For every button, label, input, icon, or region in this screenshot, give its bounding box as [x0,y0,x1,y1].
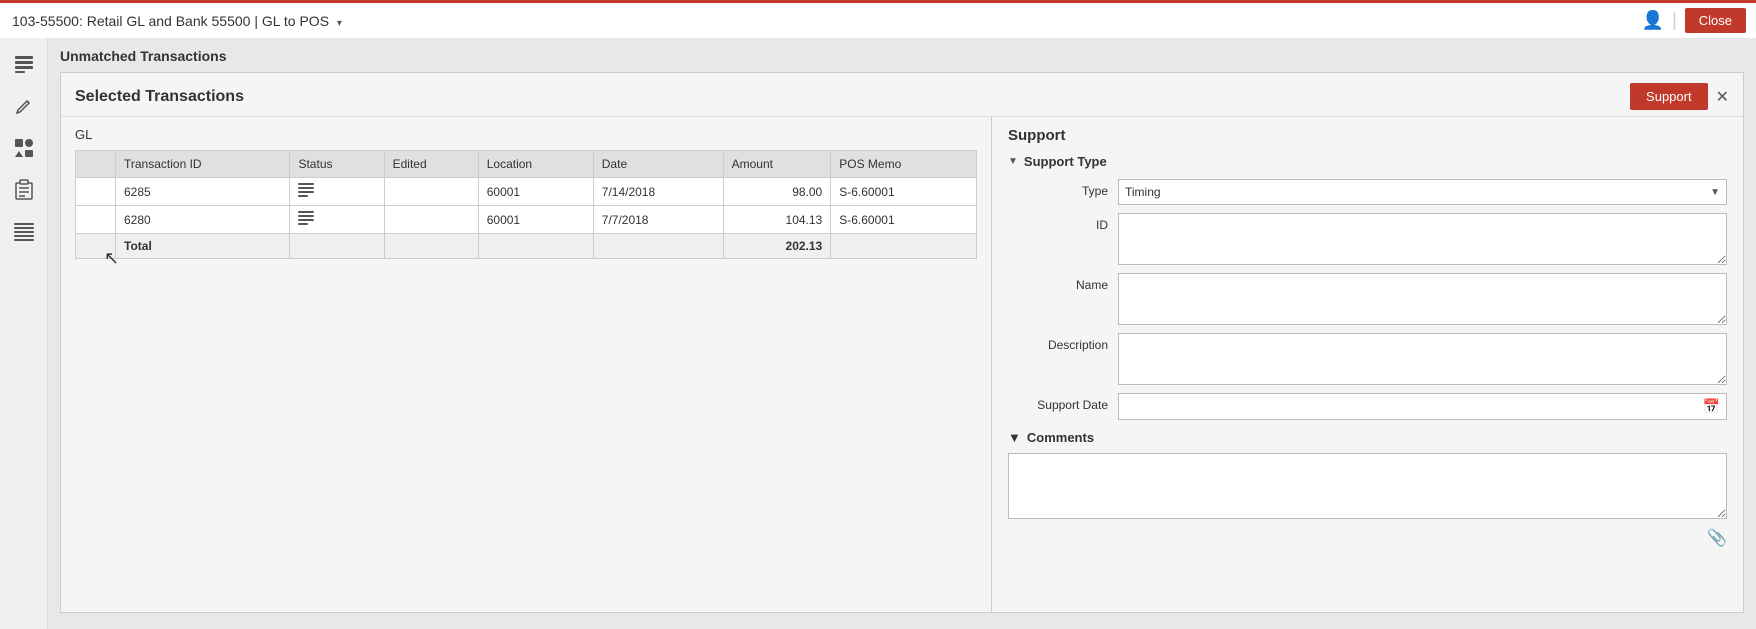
comments-collapse-triangle[interactable]: ▼ [1008,430,1021,445]
support-date-row: Support Date 📅 [1008,393,1727,420]
type-select[interactable]: Timing Amount Other [1125,185,1720,199]
sidebar-icon-edit[interactable] [6,88,42,124]
calendar-icon[interactable]: 📅 [1703,398,1720,415]
total-location [478,234,593,259]
col-edited: Edited [384,151,478,178]
support-section: Support ▼ Support Type Type Timing Amoun… [991,117,1743,612]
top-bar-actions: 👤 | Close [1642,3,1746,38]
panel-header: Selected Transactions Support ✕ [61,73,1743,117]
support-type-header: ▼ Support Type [1008,154,1727,169]
row2-status-icon [298,212,314,228]
main-layout: Unmatched Transactions Selected Transact… [0,38,1756,629]
support-date-input[interactable] [1125,400,1703,414]
selected-transactions-panel: Selected Transactions Support ✕ GL Trans… [60,72,1744,613]
col-transaction-id: Transaction ID [116,151,290,178]
sidebar-icon-list[interactable] [6,46,42,82]
row1-location: 60001 [478,178,593,206]
panel-header-actions: Support ✕ [1630,83,1729,110]
name-row: Name [1008,273,1727,325]
total-status [290,234,384,259]
divider: | [1672,10,1677,31]
total-row: Total 202.13 [76,234,977,259]
row1-date: 7/14/2018 [593,178,723,206]
sidebar [0,38,48,629]
type-row: Type Timing Amount Other ▼ [1008,179,1727,205]
row2-status [290,206,384,234]
row1-checkbox [76,178,116,206]
sidebar-icon-clipboard[interactable] [6,172,42,208]
total-label: Total [116,234,290,259]
row1-edited [384,178,478,206]
type-select-wrapper[interactable]: Timing Amount Other ▼ [1118,179,1727,205]
comments-textarea[interactable] [1008,453,1727,519]
total-date [593,234,723,259]
name-textarea[interactable] [1118,273,1727,325]
panel-title: Selected Transactions [75,88,244,106]
gl-label: GL [75,127,977,142]
support-button[interactable]: Support [1630,83,1708,110]
row1-transaction-id: 6285 [116,178,290,206]
row2-amount: 104.13 [723,206,831,234]
attach-row: 📎 [1008,528,1727,548]
sidebar-icon-lines[interactable] [6,214,42,250]
unmatched-transactions-title: Unmatched Transactions [60,48,1744,64]
name-label: Name [1008,273,1118,292]
row2-pos-memo: S-6.60001 [831,206,977,234]
gl-section: GL Transaction ID Status Edited Location… [61,117,991,612]
total-pos-memo [831,234,977,259]
row2-date: 7/7/2018 [593,206,723,234]
row1-status [290,178,384,206]
total-amount: 202.13 [723,234,831,259]
attachment-icon[interactable]: 📎 [1707,528,1727,548]
comments-header: ▼ Comments [1008,430,1727,445]
support-type-label: Support Type [1024,154,1107,169]
row2-transaction-id: 6280 [116,206,290,234]
row2-checkbox [76,206,116,234]
row1-amount: 98.00 [723,178,831,206]
col-location: Location [478,151,593,178]
col-date: Date [593,151,723,178]
comments-label: Comments [1027,430,1094,445]
row2-location: 60001 [478,206,593,234]
col-checkbox [76,151,116,178]
date-control: 📅 [1118,393,1727,420]
title-text: 103-55500: Retail GL and Bank 55500 | GL… [12,13,329,29]
content-area: Unmatched Transactions Selected Transact… [48,38,1756,629]
user-icon-button[interactable]: 👤 [1642,10,1664,31]
description-textarea[interactable] [1118,333,1727,385]
close-button-top[interactable]: Close [1685,8,1746,33]
title-dropdown-arrow[interactable]: ▾ [337,18,342,29]
page-title: 103-55500: Retail GL and Bank 55500 | GL… [12,13,342,29]
table-row: 6285 [76,178,977,206]
panel-body: GL Transaction ID Status Edited Location… [61,117,1743,612]
collapse-triangle[interactable]: ▼ [1008,156,1018,167]
col-pos-memo: POS Memo [831,151,977,178]
support-date-label: Support Date [1008,393,1118,412]
total-edited [384,234,478,259]
row1-pos-memo: S-6.60001 [831,178,977,206]
row2-edited [384,206,478,234]
type-label: Type [1008,179,1118,198]
col-amount: Amount [723,151,831,178]
description-row: Description [1008,333,1727,385]
transactions-table: Transaction ID Status Edited Location Da… [75,150,977,259]
sidebar-icon-shapes[interactable] [6,130,42,166]
id-label: ID [1008,213,1118,232]
close-button-panel[interactable]: ✕ [1716,87,1729,107]
col-status: Status [290,151,384,178]
row1-status-icon [298,184,314,200]
id-textarea[interactable] [1118,213,1727,265]
table-row: 6280 [76,206,977,234]
description-label: Description [1008,333,1118,352]
support-title: Support [1008,127,1727,144]
top-bar: 103-55500: Retail GL and Bank 55500 | GL… [0,0,1756,38]
id-row: ID [1008,213,1727,265]
total-label-cell [76,234,116,259]
